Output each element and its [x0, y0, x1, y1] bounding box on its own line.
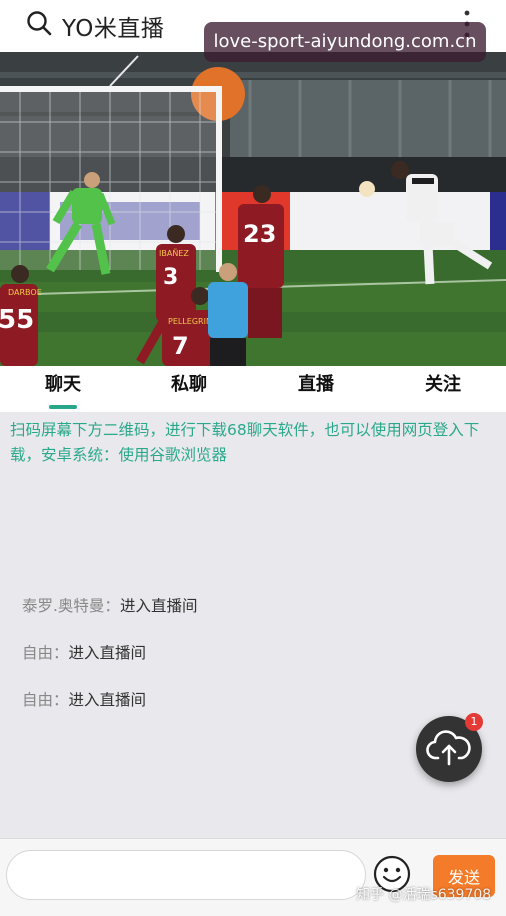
- message-user: 自由：: [22, 644, 69, 662]
- player-name-label: DARBOE: [8, 288, 42, 297]
- jersey-number: 3: [163, 265, 178, 290]
- tab-active-indicator: [49, 405, 77, 409]
- chat-message: 自由：进入直播间: [22, 688, 146, 710]
- chat-notice: 扫码屏幕下方二维码，进行下载68聊天软件，也可以使用网页登入下载，安卓系统：使用…: [10, 421, 480, 464]
- chat-message: 自由：进入直播间: [22, 641, 146, 663]
- search-icon[interactable]: [26, 10, 52, 36]
- message-text: 进入直播间: [119, 597, 198, 615]
- jersey-number: 55: [0, 305, 34, 335]
- tab-private-chat[interactable]: 私聊: [126, 366, 252, 412]
- notification-badge: 1: [465, 713, 483, 731]
- chat-message: 泰罗.奥特曼：进入直播间: [22, 594, 197, 616]
- tab-live[interactable]: 直播: [253, 366, 379, 412]
- message-text: 进入直播间: [68, 644, 147, 662]
- jersey-number: 7: [172, 332, 189, 360]
- player-name-label: PELLEGRINI: [168, 317, 214, 326]
- message-user: 泰罗.奥特曼：: [22, 597, 120, 615]
- match-scene: DARBOE 55 IBAÑEZ 3 23 PELLEGRINI 7: [0, 52, 506, 366]
- video-player[interactable]: DARBOE 55 IBAÑEZ 3 23 PELLEGRINI 7: [0, 52, 506, 366]
- message-input[interactable]: [6, 850, 366, 900]
- watermark-text: 知乎 @活瑞s639708: [356, 887, 492, 903]
- player-name-label: IBAÑEZ: [159, 248, 189, 258]
- tab-follow[interactable]: 关注: [380, 366, 506, 412]
- message-user: 自由：: [22, 691, 69, 709]
- app-title: YO米直播: [62, 16, 165, 42]
- url-banner: love-sport-aiyundong.com.cn: [204, 22, 486, 62]
- message-text: 进入直播间: [68, 691, 147, 709]
- jersey-number: 23: [243, 220, 276, 248]
